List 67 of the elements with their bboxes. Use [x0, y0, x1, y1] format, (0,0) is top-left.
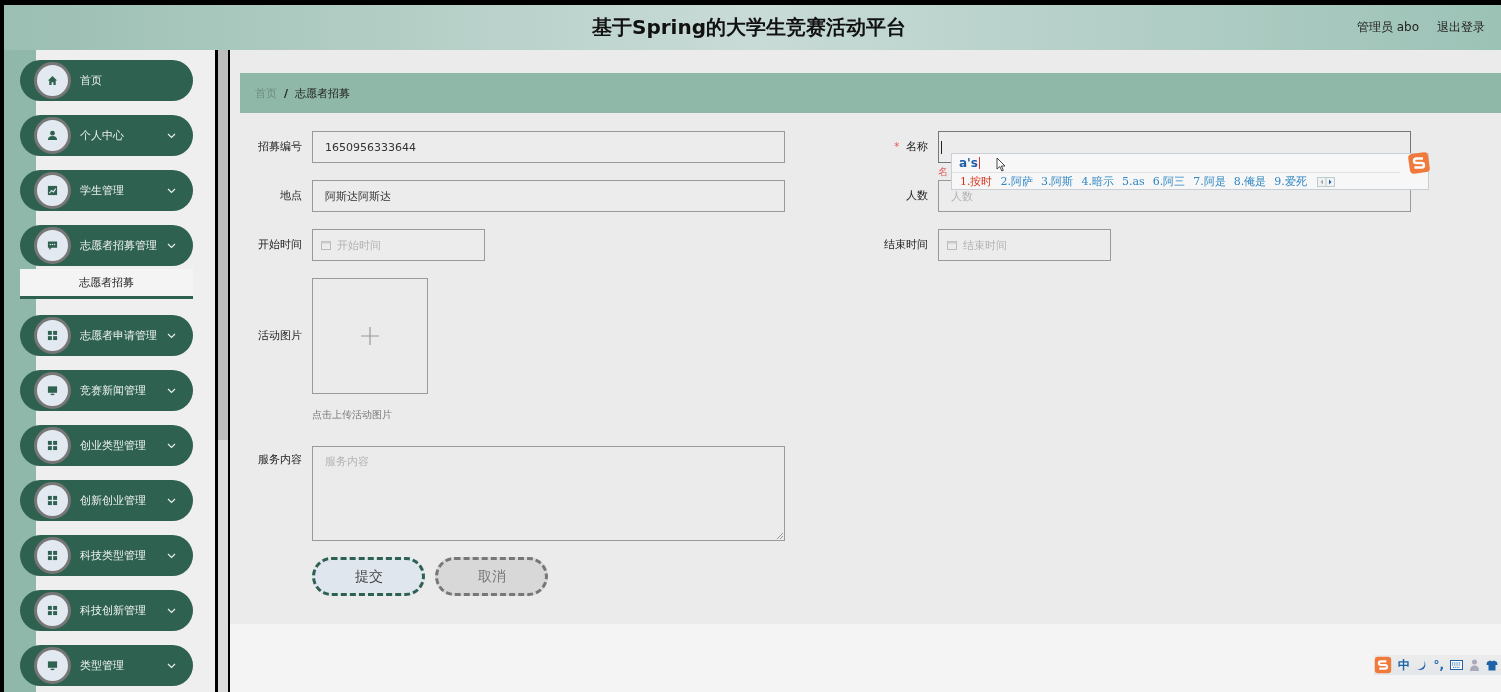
message-icon: [47, 240, 58, 251]
chevron-icon: [167, 133, 176, 139]
chevron-icon: [167, 243, 176, 249]
field-label: 招募编号: [258, 140, 302, 153]
input-field[interactable]: 阿斯达阿斯达: [312, 180, 785, 212]
menu-item[interactable]: 个人中心: [20, 115, 193, 156]
field-label: 开始时间: [258, 238, 302, 251]
page-title: 基于Spring的大学生竞赛活动平台: [592, 14, 906, 41]
grid-icon: [47, 495, 58, 506]
grid-icon: [47, 330, 58, 341]
shirt-icon[interactable]: [1486, 659, 1498, 671]
image-upload[interactable]: [312, 278, 428, 394]
monitor-icon: [47, 385, 58, 396]
chevron-icon: [167, 388, 176, 394]
chevron-icon: [167, 188, 176, 194]
chevron-icon: [167, 553, 176, 559]
menu-item[interactable]: 首页: [20, 60, 193, 101]
resize-grip-icon[interactable]: [776, 532, 783, 539]
ime-toggle[interactable]: °,: [1433, 658, 1444, 672]
grid-icon: [47, 440, 58, 451]
field-label: 活动图片: [257, 328, 303, 344]
grid-icon: [47, 550, 58, 561]
submit-button[interactable]: 提交: [312, 557, 425, 596]
ime-toggle[interactable]: 中: [1398, 656, 1411, 674]
calendar-icon: [321, 240, 331, 250]
input-field[interactable]: 1650956333644: [312, 131, 785, 163]
grid-icon: [47, 605, 58, 616]
home-icon: [47, 75, 58, 86]
chevron-icon: [167, 333, 176, 339]
chevron-icon: [167, 443, 176, 449]
chart-icon: [47, 185, 58, 196]
field-label: 服务内容: [257, 452, 303, 468]
field-label: 地点: [280, 189, 302, 202]
required-mark: *: [894, 140, 900, 153]
menu-item[interactable]: 竞赛新闻管理: [20, 370, 193, 411]
menu-item[interactable]: 创业类型管理: [20, 425, 193, 466]
breadcrumb-link[interactable]: 志愿者招募: [295, 85, 351, 101]
plus-icon: [360, 326, 380, 346]
menu-item[interactable]: 创新创业管理: [20, 480, 193, 521]
chevron-icon: [167, 608, 176, 614]
user-icon: [47, 130, 58, 141]
menu-item[interactable]: 科技创新管理: [20, 590, 193, 631]
menu-item[interactable]: 志愿者申请管理: [20, 315, 193, 356]
chevron-icon: [167, 498, 176, 504]
keyboard-icon[interactable]: [1450, 660, 1463, 670]
field-label: 名称: [906, 140, 928, 153]
moon-icon[interactable]: [1416, 659, 1428, 671]
menu-item[interactable]: 科技类型管理: [20, 535, 193, 576]
upload-hint: 点击上传活动图片: [312, 408, 393, 422]
monitor-icon: [47, 660, 58, 671]
menu-item[interactable]: 类型管理: [20, 645, 193, 686]
breadcrumb-separator: /: [284, 86, 289, 100]
calendar-icon: [947, 240, 957, 250]
menu-item[interactable]: 学生管理: [20, 170, 193, 211]
error-message: 名: [938, 165, 948, 179]
scrollbar[interactable]: [218, 50, 228, 440]
ime-logo-icon[interactable]: [1374, 656, 1393, 674]
menu-item[interactable]: 志愿者招募管理: [20, 225, 193, 266]
logout-link[interactable]: 退出登录: [1437, 19, 1485, 36]
field-label: 人数: [906, 189, 928, 202]
page-arrows[interactable]: [1316, 176, 1335, 187]
user-name: 管理员 abo: [1356, 19, 1419, 36]
chevron-icon: [167, 663, 176, 669]
field-label: 结束时间: [884, 238, 928, 251]
submenu-item[interactable]: 志愿者招募: [20, 269, 193, 299]
cursor-icon: [996, 157, 1006, 172]
composition-text: a's: [959, 156, 978, 170]
